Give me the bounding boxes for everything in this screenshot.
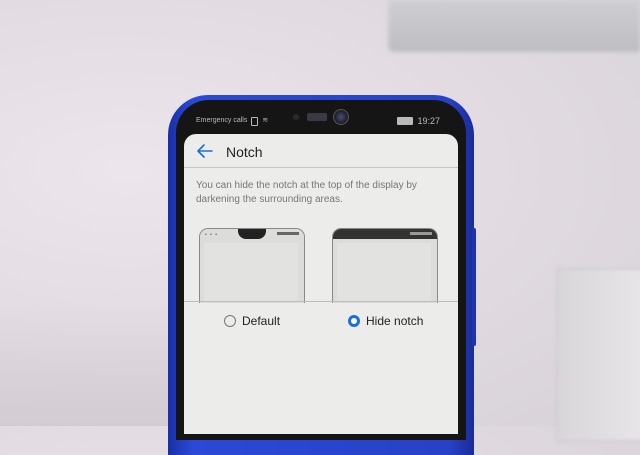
option-hide-notch[interactable]: Hide notch — [348, 314, 423, 328]
option-hide-notch-label: Hide notch — [366, 314, 424, 328]
divider — [184, 301, 458, 302]
sim-icon — [251, 116, 259, 126]
phone-screen: Notch You can hide the notch at the top … — [184, 134, 458, 434]
option-default[interactable]: Default — [224, 314, 280, 328]
background-object-right — [556, 268, 640, 442]
background-object-top — [388, 0, 640, 52]
background-shadow — [0, 300, 190, 426]
status-bar: Emergency calls ≋ 19:27 — [186, 112, 454, 130]
preview-status-right — [410, 232, 432, 235]
clock-text: 19:27 — [417, 116, 440, 126]
preview-hide-notch[interactable] — [332, 228, 438, 303]
radio-default[interactable] — [224, 315, 236, 327]
title-bar: Notch — [184, 134, 458, 168]
battery-icon — [397, 117, 414, 125]
preview-status-right — [277, 232, 299, 235]
back-button[interactable] — [196, 143, 214, 159]
radio-hide-notch[interactable] — [348, 315, 360, 327]
preview-content — [204, 243, 298, 301]
page-title: Notch — [226, 144, 263, 160]
preview-notch — [238, 229, 266, 239]
option-default-label: Default — [242, 314, 281, 328]
phone-side-button — [472, 228, 476, 346]
carrier-text: Emergency calls — [196, 117, 248, 124]
preview-default[interactable]: • • • — [199, 228, 305, 303]
preview-status-dots: • • • — [205, 232, 219, 238]
wifi-icon: ≋ — [262, 117, 269, 124]
description-text: You can hide the notch at the top of the… — [196, 180, 417, 205]
preview-content — [337, 243, 431, 301]
arrow-left-icon — [197, 144, 213, 158]
